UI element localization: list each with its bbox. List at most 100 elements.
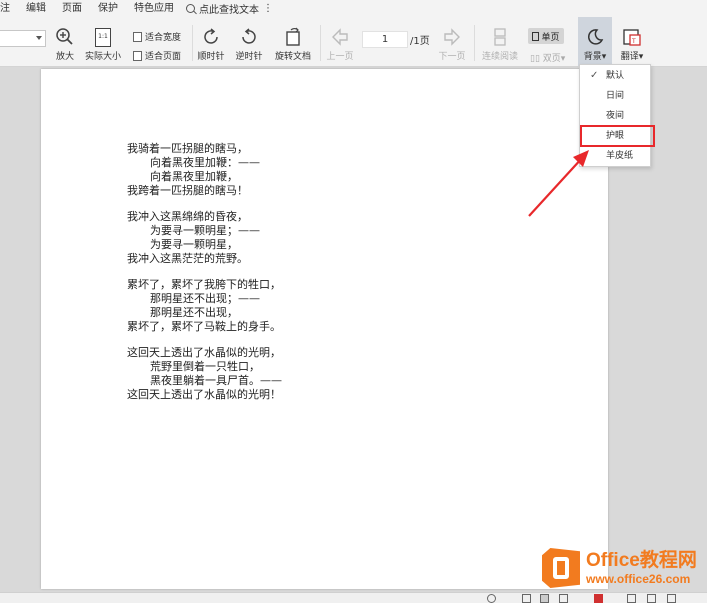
- zoom-in-button[interactable]: 放大: [53, 25, 77, 63]
- prev-page-label: 上一页: [326, 52, 354, 62]
- watermark-url: www.office26.com: [586, 572, 691, 586]
- poem-stanza: 累坏了，累坏了我胯下的牲口， 那明星还不出现；—— 那明星还不出现， 累坏了，累坏了马…: [127, 278, 282, 334]
- actual-size-icon: 1:1: [95, 25, 111, 49]
- fit-width-icon: [133, 31, 142, 42]
- toolbar: 放大 1:1 实际大小 适合宽度 适合页面 顺时针 逆时针 旋转文档 上一页 1…: [0, 17, 707, 67]
- chevron-down-icon: [36, 36, 42, 40]
- rotate-document-button[interactable]: 旋转文档: [273, 25, 313, 63]
- divider: [474, 25, 475, 61]
- zoom-in-icon: [55, 25, 75, 49]
- poem-line: 为要寻一颗明星，: [150, 238, 238, 251]
- background-option-label: 日间: [606, 91, 625, 101]
- poem-text: 我骑着一匹拐腿的瞎马， 向着黑夜里加鞭：—— 向着黑夜里加鞭， 我跨着一匹拐腿的瞎马！…: [127, 142, 282, 414]
- poem-stanza: 我骑着一匹拐腿的瞎马， 向着黑夜里加鞭：—— 向着黑夜里加鞭， 我跨着一匹拐腿的瞎马！: [127, 142, 282, 198]
- menu-item-protect[interactable]: 保护: [90, 0, 126, 17]
- rotate-counterclockwise-button[interactable]: 逆时针: [234, 25, 264, 63]
- background-option-label: 羊皮纸: [606, 151, 634, 161]
- current-page-input[interactable]: 1: [362, 31, 408, 48]
- eye-icon[interactable]: [487, 594, 496, 603]
- chevron-down-icon: ▾: [638, 52, 644, 62]
- fit-width-label: 适合宽度: [145, 33, 182, 43]
- continuous-reading-label: 连续阅读: [481, 52, 518, 62]
- fit-page-icon: [133, 50, 142, 61]
- svg-text:T: T: [631, 38, 636, 45]
- total-pages: /1页: [410, 36, 430, 47]
- zoom-in-label: 放大: [55, 52, 74, 62]
- search-box[interactable]: 点此查找文本 ⋮: [182, 1, 273, 16]
- poem-line: 累坏了，累坏了我胯下的牲口，: [127, 278, 281, 291]
- document-page[interactable]: 我骑着一匹拐腿的瞎马， 向着黑夜里加鞭：—— 向着黑夜里加鞭， 我跨着一匹拐腿的瞎马！…: [41, 69, 608, 589]
- double-view-icon[interactable]: [559, 594, 568, 603]
- arrow-right-icon: [442, 25, 462, 49]
- search-placeholder: 点此查找文本: [199, 5, 259, 16]
- fit-status-icon[interactable]: [647, 594, 656, 603]
- rotate-clockwise-button[interactable]: 顺时针: [196, 25, 226, 63]
- next-page-label: 下一页: [438, 52, 466, 62]
- menu-item-annotate[interactable]: 注: [0, 0, 18, 17]
- arrow-left-icon: [330, 25, 350, 49]
- rotate-clockwise-label: 顺时针: [197, 52, 225, 62]
- background-option-label: 夜间: [606, 111, 625, 121]
- fit-page-button[interactable]: 适合页面: [133, 49, 181, 62]
- watermark: Office教程网 www.office26.com: [542, 548, 697, 588]
- double-page-label: 双页: [542, 54, 561, 64]
- single-page-button[interactable]: 单页: [528, 28, 564, 44]
- prev-page-button[interactable]: 上一页: [325, 25, 355, 63]
- watermark-title: Office教程网: [586, 550, 697, 571]
- next-page-button[interactable]: 下一页: [437, 25, 467, 63]
- rotate-document-icon: [283, 25, 303, 49]
- poem-stanza: 我冲入这黑绵绵的昏夜， 为要寻一颗明星；—— 为要寻一颗明星， 我冲入这黑茫茫的荒野。: [127, 210, 282, 266]
- poem-line: 这回天上透出了水晶似的光明，: [127, 346, 281, 359]
- single-page-label: 单页: [541, 32, 560, 43]
- menu-item-page[interactable]: 页面: [54, 0, 90, 17]
- translate-label: 翻译: [620, 52, 639, 62]
- background-label: 背景: [583, 52, 602, 62]
- search-icon: [186, 4, 195, 13]
- poem-stanza: 这回天上透出了水晶似的光明， 荒野里倒着一只牲口， 黑夜里躺着一具尸首。—— 这回天上…: [127, 346, 282, 402]
- moon-icon: [585, 25, 605, 49]
- divider: [320, 25, 321, 61]
- menu-item-features[interactable]: 特色应用: [126, 0, 182, 17]
- translate-button[interactable]: T 翻译▾: [617, 25, 647, 63]
- background-option-night[interactable]: 夜间: [580, 106, 650, 126]
- annotation-highlight-box: [580, 125, 655, 147]
- menu-item-edit[interactable]: 编辑: [18, 0, 54, 17]
- check-icon: ✓: [590, 70, 599, 81]
- menu-bar: 注 编辑 页面 保护 特色应用 点此查找文本 ⋮: [0, 0, 707, 17]
- zoom-select[interactable]: [0, 30, 46, 47]
- single-page-icon: [532, 31, 540, 41]
- poem-line: 黑夜里躺着一具尸首。——: [150, 374, 282, 387]
- rotate-clockwise-icon: [201, 25, 221, 49]
- translate-icon: T: [622, 25, 642, 49]
- actual-size-label: 实际大小: [84, 52, 121, 62]
- poem-line: 我骑着一匹拐腿的瞎马，: [127, 142, 248, 155]
- background-option-day[interactable]: 日间: [580, 86, 650, 106]
- continuous-view-icon[interactable]: [522, 594, 531, 603]
- poem-line: 那明星还不出现，: [150, 306, 238, 319]
- single-view-icon[interactable]: [540, 594, 549, 603]
- fit-width-button[interactable]: 适合宽度: [133, 30, 181, 43]
- double-page-button[interactable]: ▯▯ 双页▾: [530, 51, 565, 64]
- actual-size-status-icon[interactable]: [627, 594, 636, 603]
- poem-line: 那明星还不出现；——: [150, 292, 260, 305]
- background-button[interactable]: 背景▾: [580, 25, 610, 63]
- continuous-reading-button[interactable]: 连续阅读: [480, 25, 520, 63]
- background-option-default[interactable]: ✓ 默认: [580, 66, 650, 86]
- rotate-document-label: 旋转文档: [274, 52, 311, 62]
- more-icon[interactable]: ⋮: [263, 3, 273, 14]
- poem-line: 向着黑夜里加鞭，: [150, 170, 238, 183]
- poem-line: 我冲入这黑茫茫的荒野。: [127, 252, 248, 265]
- rotate-counterclockwise-label: 逆时针: [235, 52, 263, 62]
- fit-page-label: 适合页面: [145, 52, 182, 62]
- poem-line: 这回天上透出了水晶似的光明！: [127, 388, 281, 401]
- status-bar: [0, 592, 707, 603]
- poem-line: 累坏了，累坏了马鞍上的身手。: [127, 320, 281, 333]
- background-option-label: 默认: [606, 71, 625, 81]
- play-icon[interactable]: [594, 594, 603, 603]
- poem-line: 向着黑夜里加鞭：——: [150, 156, 260, 169]
- double-page-icon: ▯▯: [530, 54, 540, 64]
- office-logo-icon: [542, 548, 580, 588]
- rotate-counterclockwise-icon: [239, 25, 259, 49]
- fullscreen-icon[interactable]: [667, 594, 676, 603]
- actual-size-button[interactable]: 1:1 实际大小: [83, 25, 123, 63]
